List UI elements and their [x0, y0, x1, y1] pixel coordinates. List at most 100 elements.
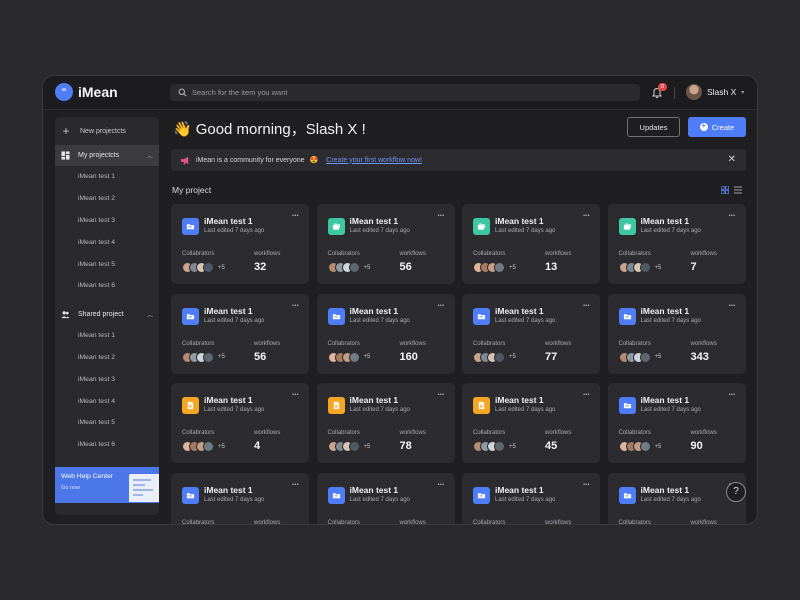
last-edited: Last edited 7 days ago [204, 407, 265, 413]
sidebar-item[interactable]: iMean test 3 [55, 210, 159, 232]
sidebar-item[interactable]: iMean test 4 [55, 231, 159, 253]
project-card[interactable]: iMean test 1 Last edited 7 days ago ••• Col… [316, 204, 455, 284]
more-options-icon[interactable]: ••• [729, 303, 736, 309]
more-options-icon[interactable]: ••• [292, 482, 299, 488]
banner-text: iMean is a community for everyone [196, 156, 305, 164]
last-edited: Last edited 7 days ago [349, 228, 410, 234]
collaborator-avatar [494, 441, 505, 452]
workflows-label: workflows [399, 340, 426, 347]
create-button[interactable]: + Create [688, 117, 746, 137]
workflows-label: workflows [545, 251, 572, 257]
close-icon[interactable]: ✕ [728, 154, 736, 165]
updates-button[interactable]: Updates [627, 117, 680, 137]
view-toggle [721, 186, 742, 194]
help-center-card[interactable]: Web Help Center Go now [55, 467, 159, 503]
extra-collaborators: +5 [218, 443, 225, 450]
announcement-banner: iMean is a community for everyone 😍 Crea… [171, 149, 746, 171]
collaborator-avatar [494, 262, 505, 273]
project-title: iMean test 1 [640, 484, 690, 495]
sidebar: + New projectcts My projectcts ︿ iMean t… [55, 117, 159, 515]
project-card[interactable]: iMean test 1Last edited 7 days ago•••Col… [607, 383, 746, 463]
sidebar-item[interactable]: iMean test 2 [55, 188, 159, 210]
project-card[interactable]: iMean test 1Last edited 7 days ago•••Col… [462, 293, 600, 374]
sidebar-item[interactable]: iMean test 6 [55, 434, 159, 456]
more-options-icon[interactable]: ••• [583, 392, 590, 398]
collaborator-avatars: +5 [182, 441, 225, 452]
project-card[interactable]: iMean test 1Last edited 7 days ago•••Col… [607, 472, 746, 524]
project-card[interactable]: iMean test 1Last edited 7 days ago•••Col… [171, 293, 309, 374]
sidebar-item[interactable]: iMean test 3 [55, 368, 159, 390]
last-edited: Last edited 7 days ago [640, 496, 701, 503]
project-title: iMean test 1 [204, 395, 253, 405]
sidebar-item[interactable]: iMean test 6 [55, 275, 159, 297]
more-options-icon[interactable]: ••• [292, 213, 299, 219]
project-card[interactable]: iMean test 1Last edited 7 days ago•••Col… [462, 472, 600, 524]
top-bar: “ iMean 0 Slash X ▾ [43, 76, 757, 110]
workflows-label: workflows [690, 340, 717, 347]
shared-projects-label: Shared project [78, 310, 124, 318]
chevron-down-icon: ▾ [741, 89, 745, 96]
app-name: iMean [78, 84, 118, 100]
project-card[interactable]: iMean test 1Last edited 7 days ago•••Col… [171, 472, 309, 524]
workflows-count: 32 [254, 261, 267, 273]
app-logo[interactable]: “ iMean [55, 83, 118, 101]
help-button[interactable]: ? [726, 482, 746, 502]
last-edited: Last edited 7 days ago [495, 317, 556, 324]
project-card[interactable]: iMean test 1 Last edited 7 days ago ••• Col… [462, 383, 600, 463]
more-options-icon[interactable]: ••• [292, 392, 299, 398]
more-options-icon[interactable]: ••• [438, 303, 445, 309]
sidebar-item[interactable]: iMean test 1 [55, 325, 159, 347]
project-card[interactable]: iMean test 1Last edited 7 days ago•••Col… [607, 204, 746, 284]
user-menu[interactable]: Slash X ▾ [686, 84, 744, 100]
create-workflow-link[interactable]: Create your first workflow now! [326, 157, 422, 164]
more-options-icon[interactable]: ••• [583, 303, 590, 309]
more-options-icon[interactable]: ••• [438, 392, 445, 398]
list-view-icon[interactable] [734, 186, 742, 194]
project-card[interactable]: iMean test 1Last edited 7 days ago•••Col… [607, 293, 746, 374]
last-edited: Last edited 7 days ago [349, 407, 410, 413]
dashboard-icon [61, 151, 70, 160]
project-card[interactable]: iMean test 1Last edited 7 days ago•••Col… [316, 472, 455, 524]
folder-icon [618, 307, 636, 325]
workflows-count: 4 [254, 440, 261, 452]
help-preview-image [129, 474, 159, 502]
notification-button[interactable]: 0 [651, 83, 667, 99]
search-bar[interactable] [170, 84, 640, 101]
new-project-button[interactable]: + New projectcts [55, 117, 159, 145]
collaborators-label: Collabrators [473, 340, 506, 347]
more-options-icon[interactable]: ••• [729, 392, 736, 398]
collaborators-label: Collabrators [327, 251, 360, 257]
more-options-icon[interactable]: ••• [438, 213, 445, 219]
project-card[interactable]: iMean test 1Last edited 7 days ago•••Col… [171, 204, 309, 284]
last-edited: Last edited 7 days ago [495, 407, 556, 413]
sidebar-item[interactable]: iMean test 1 [55, 166, 159, 188]
project-title: iMean test 1 [495, 395, 544, 405]
more-options-icon[interactable]: ••• [438, 482, 445, 488]
notification-badge: 0 [658, 83, 667, 91]
project-title: iMean test 1 [349, 216, 399, 226]
more-options-icon[interactable]: ••• [583, 482, 590, 488]
collaborators-label: Collabrators [473, 430, 506, 436]
sidebar-item[interactable]: iMean test 2 [55, 347, 159, 369]
folder-icon [182, 486, 199, 504]
extra-collaborators: +5 [654, 264, 662, 271]
search-input[interactable] [192, 88, 622, 97]
folder-icon [473, 486, 490, 504]
more-options-icon[interactable]: ••• [583, 213, 590, 219]
sidebar-item[interactable]: iMean test 5 [55, 253, 159, 275]
shared-projects-group[interactable]: Shared project ︿ [55, 304, 159, 325]
more-options-icon[interactable]: ••• [292, 303, 299, 309]
last-edited: Last edited 7 days ago [495, 228, 556, 234]
project-card[interactable]: iMean test 1Last edited 7 days ago•••Col… [316, 383, 455, 463]
grid-view-icon[interactable] [721, 186, 729, 194]
project-card[interactable]: iMean test 1Last edited 7 days ago•••Col… [462, 204, 600, 284]
project-card[interactable]: iMean test 1Last edited 7 days ago•••Col… [171, 383, 309, 463]
extra-collaborators: +5 [363, 354, 371, 360]
more-options-icon[interactable]: ••• [729, 213, 736, 219]
extra-collaborators: +5 [509, 443, 516, 450]
project-card[interactable]: iMean test 1Last edited 7 days ago•••Col… [316, 293, 455, 374]
workflows-count: 78 [399, 440, 412, 452]
sidebar-item[interactable]: iMean test 5 [55, 412, 159, 434]
sidebar-item[interactable]: iMean test 4 [55, 390, 159, 412]
my-projects-group[interactable]: My projectcts ︿ [55, 145, 159, 166]
